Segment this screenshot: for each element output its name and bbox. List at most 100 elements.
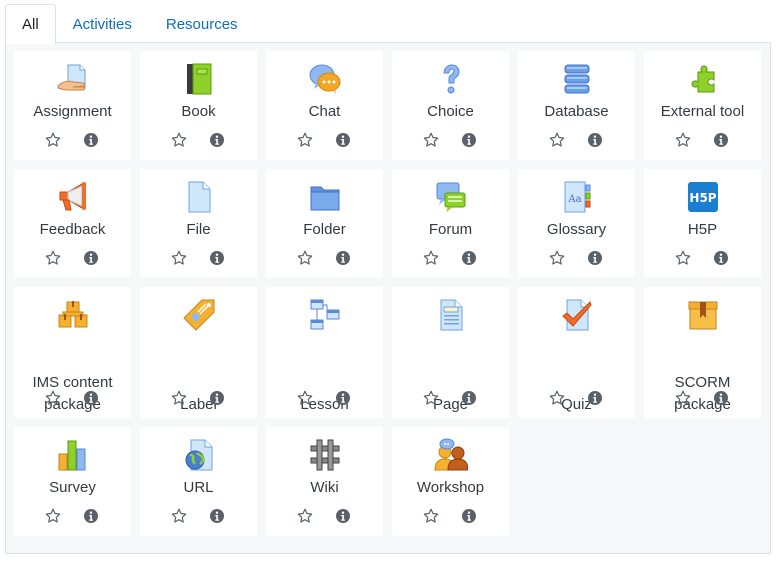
- star-outline-icon[interactable]: [423, 250, 439, 266]
- module-actions: [140, 132, 257, 148]
- star-outline-icon[interactable]: [549, 250, 565, 266]
- tab-resources[interactable]: Resources: [149, 4, 255, 43]
- assignment-icon: [56, 62, 90, 96]
- chat-icon: [308, 62, 342, 96]
- star-outline-icon[interactable]: [171, 250, 187, 266]
- module-tile-wiki[interactable]: Wiki: [266, 427, 383, 536]
- module-actions: [266, 250, 383, 266]
- database-icon: [560, 62, 594, 96]
- tab-activities[interactable]: Activities: [56, 4, 149, 43]
- star-outline-icon[interactable]: [297, 508, 313, 524]
- star-outline-icon[interactable]: [297, 390, 313, 406]
- star-outline-icon[interactable]: [45, 390, 61, 406]
- info-icon[interactable]: [587, 250, 603, 266]
- info-icon[interactable]: [461, 132, 477, 148]
- module-tile-workshop[interactable]: Workshop: [392, 427, 509, 536]
- module-label: Assignment: [33, 103, 112, 120]
- modules-grid: Assignment Book Chat Choice Database External…: [14, 51, 761, 536]
- star-outline-icon[interactable]: [171, 132, 187, 148]
- module-tile-ims-content-package[interactable]: IMS content package: [14, 287, 131, 418]
- info-icon[interactable]: [83, 132, 99, 148]
- module-label: File: [186, 221, 211, 238]
- module-actions: [644, 250, 761, 266]
- module-tile-choice[interactable]: Choice: [392, 51, 509, 160]
- star-outline-icon[interactable]: [171, 508, 187, 524]
- folder-icon: [308, 180, 342, 214]
- star-outline-icon[interactable]: [297, 250, 313, 266]
- wiki-icon: [308, 438, 342, 472]
- forum-icon: [434, 180, 468, 214]
- info-icon[interactable]: [461, 508, 477, 524]
- info-icon[interactable]: [209, 250, 225, 266]
- choice-icon: [434, 62, 468, 96]
- star-outline-icon[interactable]: [297, 132, 313, 148]
- module-label: Wiki: [310, 479, 339, 496]
- lesson-icon: [308, 298, 342, 332]
- info-icon[interactable]: [587, 390, 603, 406]
- star-outline-icon[interactable]: [549, 390, 565, 406]
- info-icon[interactable]: [335, 250, 351, 266]
- module-tile-glossary[interactable]: Aa Glossary: [518, 169, 635, 278]
- module-label: Folder: [303, 221, 346, 238]
- info-icon[interactable]: [209, 508, 225, 524]
- star-outline-icon[interactable]: [45, 132, 61, 148]
- tab-all[interactable]: All: [5, 4, 56, 44]
- module-label: Database: [544, 103, 609, 120]
- star-outline-icon[interactable]: [675, 250, 691, 266]
- feedback-icon: [56, 180, 90, 214]
- star-outline-icon[interactable]: [423, 390, 439, 406]
- info-icon[interactable]: [461, 390, 477, 406]
- module-actions: [266, 132, 383, 148]
- info-icon[interactable]: [713, 250, 729, 266]
- info-icon[interactable]: [335, 132, 351, 148]
- module-tile-assignment[interactable]: Assignment: [14, 51, 131, 160]
- module-tile-page[interactable]: Page: [392, 287, 509, 418]
- info-icon[interactable]: [713, 132, 729, 148]
- survey-icon: [56, 438, 90, 472]
- module-tile-survey[interactable]: Survey: [14, 427, 131, 536]
- module-tile-label[interactable]: Label: [140, 287, 257, 418]
- module-tile-quiz[interactable]: Quiz: [518, 287, 635, 418]
- info-icon[interactable]: [461, 250, 477, 266]
- star-outline-icon[interactable]: [423, 508, 439, 524]
- module-label: External tool: [660, 103, 745, 120]
- module-actions: [266, 508, 383, 524]
- star-outline-icon[interactable]: [45, 250, 61, 266]
- info-icon[interactable]: [713, 390, 729, 406]
- module-tile-url[interactable]: URL: [140, 427, 257, 536]
- info-icon[interactable]: [335, 508, 351, 524]
- info-icon[interactable]: [83, 508, 99, 524]
- svg-text:H5P: H5P: [689, 191, 716, 205]
- module-tile-chat[interactable]: Chat: [266, 51, 383, 160]
- star-outline-icon[interactable]: [171, 390, 187, 406]
- module-tile-folder[interactable]: Folder: [266, 169, 383, 278]
- info-icon[interactable]: [83, 250, 99, 266]
- module-tile-h5p[interactable]: H5P H5P: [644, 169, 761, 278]
- info-icon[interactable]: [209, 132, 225, 148]
- info-icon[interactable]: [587, 132, 603, 148]
- scorm-package-icon: [686, 298, 720, 332]
- module-tile-external-tool[interactable]: External tool: [644, 51, 761, 160]
- info-icon[interactable]: [335, 390, 351, 406]
- info-icon[interactable]: [83, 390, 99, 406]
- module-actions: [140, 390, 257, 406]
- page-icon: [434, 298, 468, 332]
- module-label: H5P: [687, 221, 718, 238]
- module-label: Book: [181, 103, 216, 120]
- star-outline-icon[interactable]: [675, 132, 691, 148]
- module-type-tabs: All Activities Resources: [5, 4, 255, 44]
- star-outline-icon[interactable]: [549, 132, 565, 148]
- module-actions: [518, 390, 635, 406]
- module-actions: [518, 132, 635, 148]
- star-outline-icon[interactable]: [675, 390, 691, 406]
- module-tile-file[interactable]: File: [140, 169, 257, 278]
- info-icon[interactable]: [209, 390, 225, 406]
- module-tile-feedback[interactable]: Feedback: [14, 169, 131, 278]
- module-tile-scorm-package[interactable]: SCORM package: [644, 287, 761, 418]
- star-outline-icon[interactable]: [45, 508, 61, 524]
- star-outline-icon[interactable]: [423, 132, 439, 148]
- module-tile-forum[interactable]: Forum: [392, 169, 509, 278]
- module-tile-lesson[interactable]: Lesson: [266, 287, 383, 418]
- module-tile-database[interactable]: Database: [518, 51, 635, 160]
- module-tile-book[interactable]: Book: [140, 51, 257, 160]
